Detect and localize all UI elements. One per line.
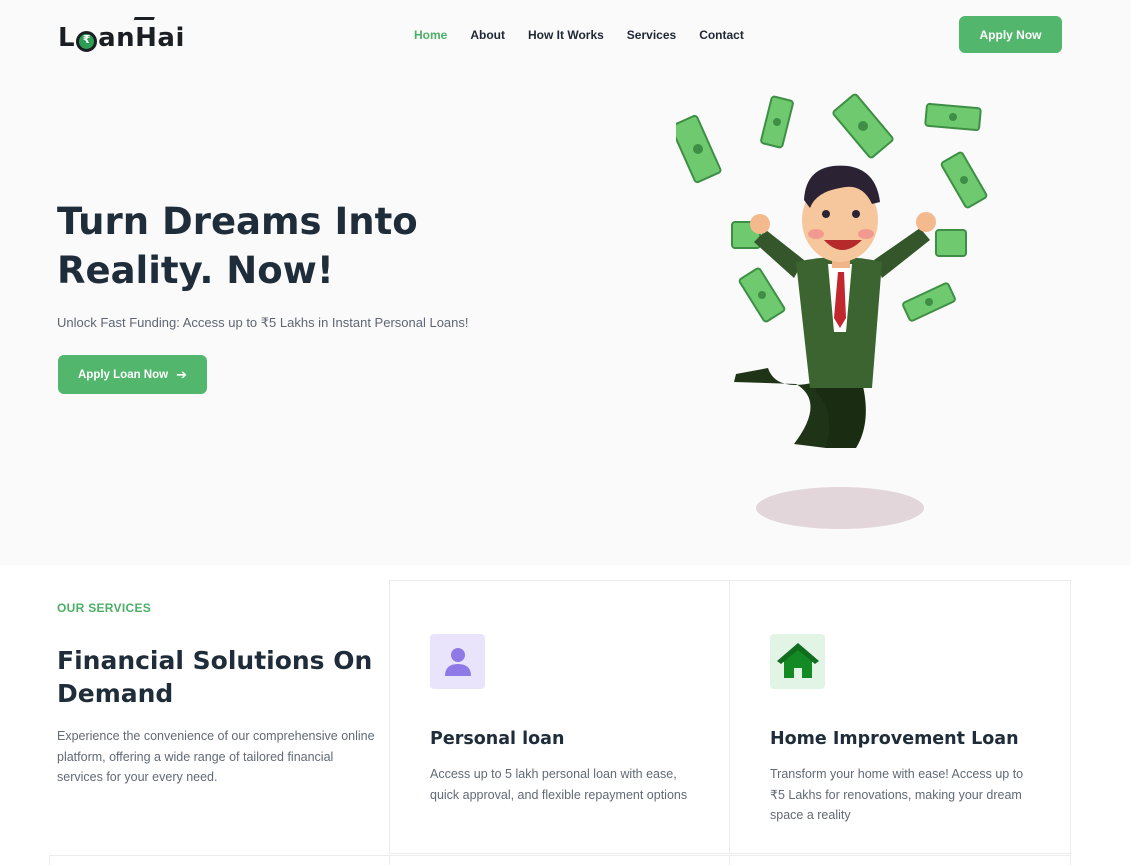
- businessman-jumping-with-money-illustration: [676, 93, 988, 529]
- services-tag: OUR SERVICES: [57, 601, 152, 615]
- hero-subtitle: Unlock Fast Funding: Access up to ₹5 Lak…: [57, 315, 469, 330]
- apply-now-button[interactable]: Apply Now: [959, 16, 1062, 53]
- main-nav: Home About How It Works Services Contact: [414, 26, 767, 44]
- card-description: Access up to 5 lakh personal loan with e…: [430, 767, 688, 802]
- home-icon: [770, 634, 825, 689]
- service-card-row2-1: [49, 855, 390, 865]
- services-description: Experience the convenience of our compre…: [57, 729, 375, 784]
- card-title: Personal loan: [430, 729, 565, 749]
- user-icon: [430, 634, 485, 689]
- nav-item-home[interactable]: Home: [414, 26, 447, 44]
- service-card-row2-2: [389, 855, 730, 865]
- logo-text-an: an: [98, 23, 136, 53]
- logo-text-l: L: [58, 23, 76, 53]
- hero-section: L an Hai Home About How It Works Services Co…: [0, 0, 1131, 565]
- services-title: Financial Solutions On Demand: [57, 646, 373, 708]
- nav-item-about[interactable]: About: [470, 26, 505, 44]
- service-card-home-improvement-loan[interactable]: Home Improvement Loan Transform your hom…: [729, 580, 1071, 854]
- hero-title: Turn Dreams Into Reality. Now!: [57, 200, 418, 292]
- nav-item-how-it-works[interactable]: How It Works: [528, 26, 604, 44]
- arrow-right-icon: ➔: [176, 366, 187, 382]
- nav-item-services[interactable]: Services: [627, 26, 676, 44]
- logo[interactable]: L an Hai: [58, 22, 185, 54]
- service-card-row2-3: [729, 855, 1071, 865]
- logo-text-hai: Hai: [135, 23, 185, 53]
- card-title: Home Improvement Loan: [770, 729, 1019, 749]
- service-card-personal-loan[interactable]: Personal loan Access up to 5 lakh person…: [389, 580, 730, 854]
- card-description: Transform your home with ease! Access up…: [770, 767, 1024, 822]
- nav-item-contact[interactable]: Contact: [699, 26, 744, 44]
- rupee-coin-icon: [76, 30, 98, 52]
- apply-loan-now-button[interactable]: Apply Loan Now ➔: [58, 355, 207, 394]
- apply-loan-label: Apply Loan Now: [78, 368, 169, 381]
